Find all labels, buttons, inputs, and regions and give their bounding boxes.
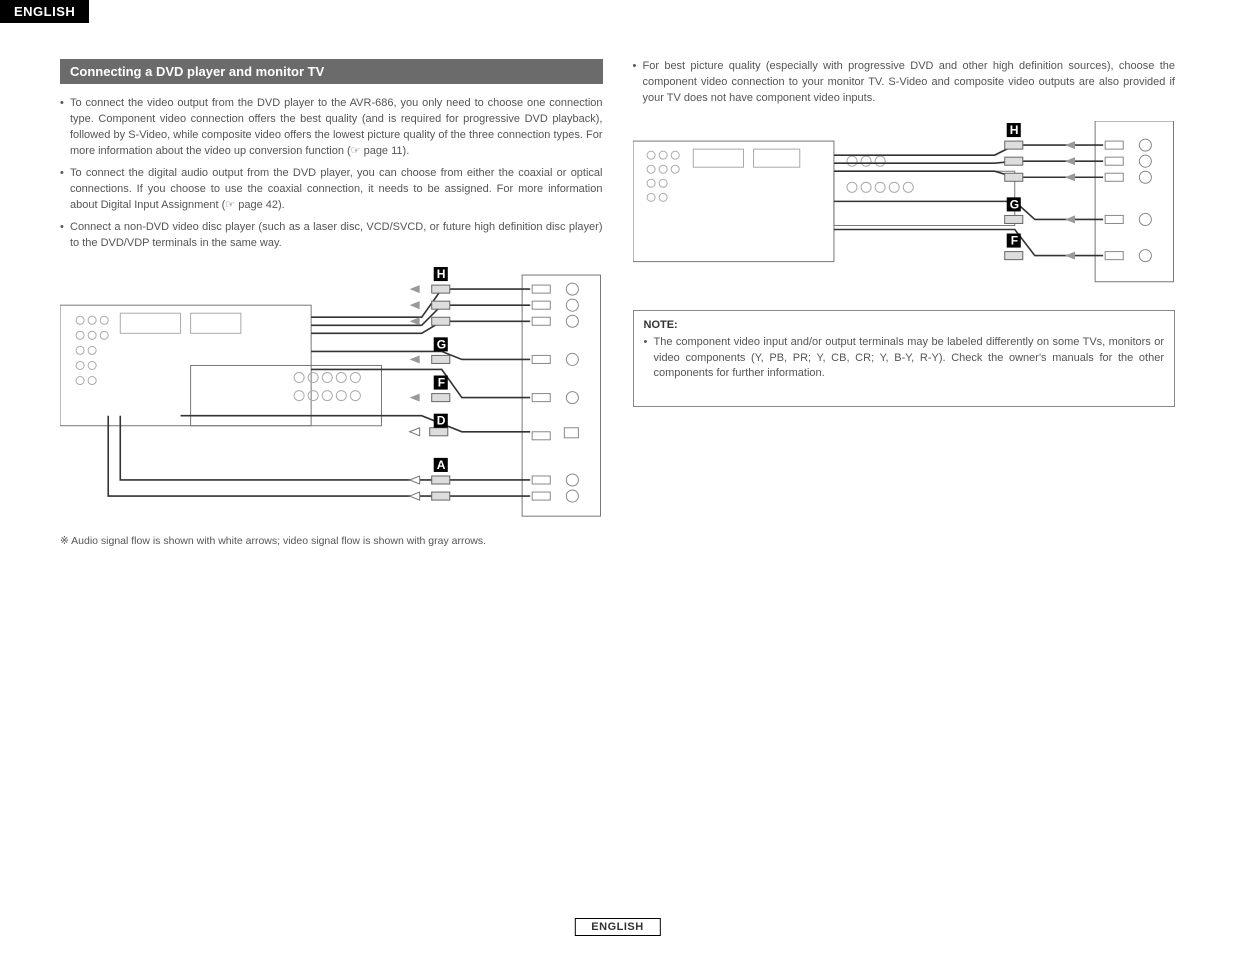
svg-text:H: H <box>1009 123 1018 137</box>
left-bullet-list: To connect the video output from the DVD… <box>60 96 603 251</box>
bullet-item: For best picture quality (especially wit… <box>633 59 1176 107</box>
left-column: Connecting a DVD player and monitor TV T… <box>60 59 603 547</box>
diagram-caption: ※ Audio signal flow is shown with white … <box>60 535 603 547</box>
bullet-item: The component video input and/or output … <box>644 335 1165 383</box>
note-box: NOTE: The component video input and/or o… <box>633 310 1176 408</box>
note-bullet-list: The component video input and/or output … <box>644 335 1165 383</box>
footer-language-label: ENGLISH <box>574 918 660 936</box>
svg-text:G: G <box>1009 197 1018 211</box>
language-tab: ENGLISH <box>0 0 89 23</box>
bullet-item: Connect a non-DVD video disc player (suc… <box>60 220 603 252</box>
svg-text:D: D <box>437 414 446 428</box>
content-columns: Connecting a DVD player and monitor TV T… <box>0 23 1235 547</box>
bullet-item: To connect the digital audio output from… <box>60 166 603 214</box>
svg-text:F: F <box>438 376 445 390</box>
svg-text:H: H <box>437 267 446 281</box>
diagram-left: H G F D A <box>60 265 603 526</box>
svg-text:A: A <box>437 458 446 472</box>
connection-diagram-right: H G F <box>633 121 1176 292</box>
diagram-right: H G F <box>633 121 1176 292</box>
svg-text:F: F <box>1010 233 1017 247</box>
svg-text:G: G <box>437 338 446 352</box>
section-title: Connecting a DVD player and monitor TV <box>60 59 603 84</box>
note-title: NOTE: <box>644 319 1165 331</box>
connection-diagram-left: H G F D A <box>60 265 603 526</box>
right-bullet-list: For best picture quality (especially wit… <box>633 59 1176 107</box>
bullet-item: To connect the video output from the DVD… <box>60 96 603 160</box>
right-column: For best picture quality (especially wit… <box>633 59 1176 547</box>
